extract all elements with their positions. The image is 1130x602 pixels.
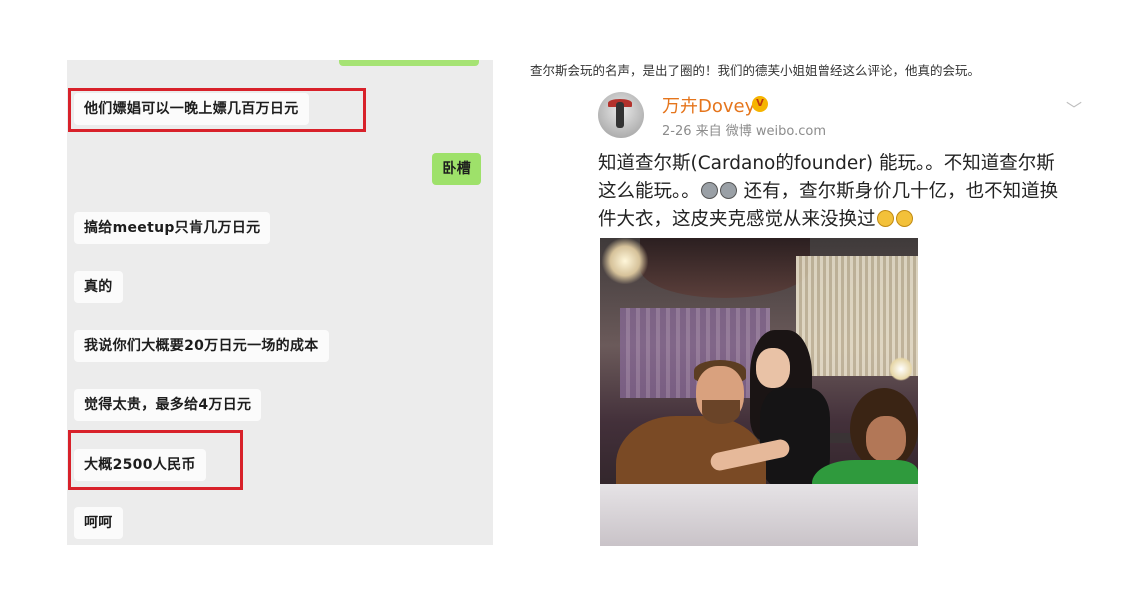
chat-message: 真的 [74,271,123,303]
highlight-box [68,430,243,490]
chat-message: 我说你们大概要20万日元一场的成本 [74,330,329,362]
chat-message: 呵呵 [74,507,123,539]
post-text-line: 知道查尔斯(Cardano的founder) 能玩。。不知道查尔斯 [598,153,1055,174]
post-text-line: 这么能玩。。 还有，查尔斯身价几十亿，也不知道换 [598,181,1059,202]
highlight-box [68,88,366,132]
post-meta: 2-26 来自 微博 weibo.com [662,124,827,139]
chat-message: 觉得太贵，最多给4万日元 [74,389,262,421]
chat-message-self: 卧槽 [432,153,481,185]
smile-emoji-icon [895,210,913,227]
crying-emoji-icon [719,182,737,199]
smile-emoji-icon [876,210,894,227]
crying-emoji-icon [700,182,718,199]
chevron-down-icon[interactable]: ﹀ [1066,96,1082,120]
post-photo[interactable] [600,238,918,546]
verified-badge-icon: V [752,96,768,112]
post-text-line: 件大衣，这皮夹克感觉从来没换过 [598,206,1098,234]
chat-message: 搞给meetup只肯几万日元 [74,212,271,244]
caption-text: 查尔斯会玩的名声，是出了圈的！我们的德芙小姐姐曾经这么评论，他真的会玩。 [530,63,981,78]
avatar[interactable] [598,92,644,138]
chat-bubble-fragment [339,60,479,66]
username-link[interactable]: 万卉Dovey [662,92,755,118]
post-text: 知道查尔斯(Cardano的founder) 能玩。。不知道查尔斯 这么能玩。。… [598,150,1098,234]
chat-screenshot: 他们嫖娼可以一晚上嫖几百万日元 卧槽 搞给meetup只肯几万日元 真的 我说你… [67,60,493,545]
